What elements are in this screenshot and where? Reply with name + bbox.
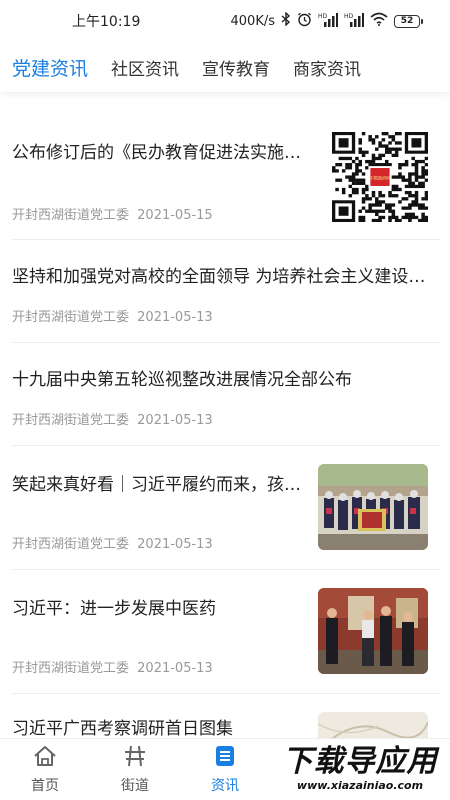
news-icon	[214, 745, 236, 771]
nav-news-label: 资讯	[211, 778, 239, 794]
tab-community-news[interactable]: 社区资讯	[111, 55, 179, 80]
news-date: 2021-05-13	[137, 413, 213, 428]
tab-merchant-news[interactable]: 商家资讯	[293, 55, 361, 80]
network-speed: 400K/s	[230, 13, 276, 29]
news-title: 习近平广西考察调研首日图集	[12, 719, 233, 739]
news-source: 开封西湖街道党工委	[12, 208, 130, 223]
news-source: 开封西湖街道党工委	[12, 661, 130, 676]
category-tabs: 党建资讯 社区资讯 宣传教育 商家资讯	[0, 42, 450, 92]
status-icons: 400K/s HD HD 52	[230, 11, 423, 31]
news-meta: 开封西湖街道党工委 2021-05-13	[12, 306, 213, 325]
signal-icon-2: HD	[344, 12, 364, 31]
news-title: 十九届中央第五轮巡视整改进展情况全部公布	[12, 370, 352, 390]
news-item[interactable]: 十九届中央第五轮巡视整改进展情况全部公布 开封西湖街道党工委 2021-05-1…	[12, 343, 440, 446]
news-source: 开封西湖街道党工委	[12, 310, 130, 325]
news-meta: 开封西湖街道党工委 2021-05-15	[12, 204, 213, 223]
news-meta: 开封西湖街道党工委 2021-05-13	[12, 657, 213, 676]
qr-center-mark: 中国政府网	[370, 175, 391, 182]
watermark-main: 下载导应用	[282, 744, 438, 779]
status-bar: 上午10:19 400K/s HD HD 52	[0, 0, 450, 42]
tab-party-news[interactable]: 党建资讯	[12, 54, 88, 81]
news-thumbnail	[318, 464, 428, 550]
nav-street-label: 街道	[121, 778, 149, 794]
news-thumbnail	[318, 588, 428, 674]
bottom-navigation: 首页 街道 资讯 下载导应用 www.xiazainiao.com	[0, 738, 450, 800]
nav-home[interactable]: 首页	[0, 739, 90, 800]
qr-code-thumbnail: 中国政府网	[332, 132, 428, 222]
street-icon	[123, 745, 147, 771]
svg-text:HD: HD	[318, 13, 328, 20]
tab-publicity-education[interactable]: 宣传教育	[202, 55, 270, 80]
nav-street[interactable]: 街道	[90, 739, 180, 800]
news-meta: 开封西湖街道党工委 2021-05-13	[12, 409, 213, 428]
battery-indicator: 52	[394, 14, 423, 28]
wifi-icon	[370, 12, 388, 30]
news-source: 开封西湖街道党工委	[12, 537, 130, 552]
news-date: 2021-05-13	[137, 310, 213, 325]
news-date: 2021-05-13	[137, 537, 213, 552]
nav-home-label: 首页	[31, 778, 59, 794]
news-item[interactable]: 公布修订后的《民办教育促进法实施条例》 开封西湖街道党工委 2021-05-15…	[12, 106, 440, 240]
news-title: 习近平：进一步发展中医药	[12, 599, 216, 619]
news-title: 坚持和加强党对高校的全面领导 为培养社会主义建设者和接班人	[12, 267, 440, 287]
watermark-logo: 下载导应用 www.xiazainiao.com	[274, 740, 446, 798]
news-item[interactable]: 笑起来真好看｜习近平履约而来，孩子们笑了 开封西湖街道党工委 2021-05-1…	[12, 446, 440, 570]
news-meta: 开封西湖街道党工委 2021-05-13	[12, 533, 213, 552]
status-time: 上午10:19	[72, 14, 141, 30]
watermark-url: www.xiazainiao.com	[296, 779, 424, 792]
news-title: 笑起来真好看｜习近平履约而来，孩子们笑了	[12, 475, 304, 495]
news-date: 2021-05-13	[137, 661, 213, 676]
news-item[interactable]: 坚持和加强党对高校的全面领导 为培养社会主义建设者和接班人 开封西湖街道党工委 …	[12, 240, 440, 343]
bluetooth-icon	[281, 11, 291, 30]
svg-text:HD: HD	[344, 13, 354, 20]
news-source: 开封西湖街道党工委	[12, 413, 130, 428]
nav-news[interactable]: 资讯	[180, 739, 270, 800]
signal-icon-1: HD	[318, 12, 338, 31]
alarm-icon	[297, 12, 312, 31]
home-icon	[33, 745, 57, 771]
news-date: 2021-05-15	[137, 208, 213, 223]
news-item[interactable]: 习近平：进一步发展中医药 开封西湖街道党工委 2021-05-13	[12, 570, 440, 694]
news-list: 公布修订后的《民办教育促进法实施条例》 开封西湖街道党工委 2021-05-15…	[12, 106, 440, 754]
news-title: 公布修订后的《民办教育促进法实施条例》	[12, 143, 308, 163]
